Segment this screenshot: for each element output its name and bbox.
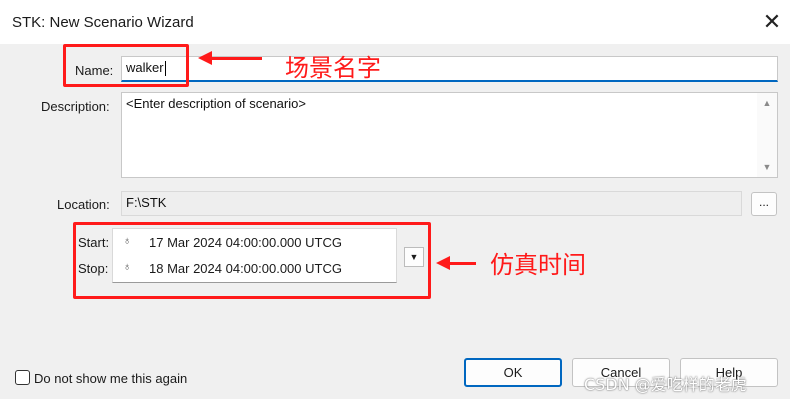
description-field[interactable]: <Enter description of scenario> <box>121 92 778 178</box>
scroll-down-arrow-icon[interactable]: ▼ <box>757 160 777 174</box>
watermark: CSDN @爱吃样的老虎 <box>584 375 747 394</box>
name-arrow <box>210 57 262 60</box>
dont-show-label: Do not show me this again <box>34 371 188 386</box>
window-title: STK: New Scenario Wizard <box>12 14 194 31</box>
location-field[interactable]: F:\STK <box>121 191 742 216</box>
description-label: Description: <box>41 99 110 114</box>
time-highlight-box <box>73 222 431 299</box>
description-value: <Enter description of scenario> <box>126 96 306 111</box>
name-annotation: 场景名字 <box>285 54 381 82</box>
browse-button[interactable]: ... <box>751 192 777 216</box>
time-arrow-head <box>436 256 450 270</box>
location-label: Location: <box>57 197 110 212</box>
time-annotation: 仿真时间 <box>490 251 586 279</box>
location-value: F:\STK <box>126 195 167 210</box>
name-highlight-box <box>63 44 189 87</box>
time-arrow <box>450 262 476 265</box>
scroll-up-arrow-icon[interactable]: ▲ <box>757 96 777 110</box>
name-arrow-head <box>198 51 212 65</box>
description-scrollbar[interactable]: ▲ ▼ <box>757 93 777 177</box>
ok-button[interactable]: OK <box>464 358 562 387</box>
dont-show-checkbox[interactable] <box>15 370 30 385</box>
close-icon[interactable]: ✕ <box>760 10 784 34</box>
